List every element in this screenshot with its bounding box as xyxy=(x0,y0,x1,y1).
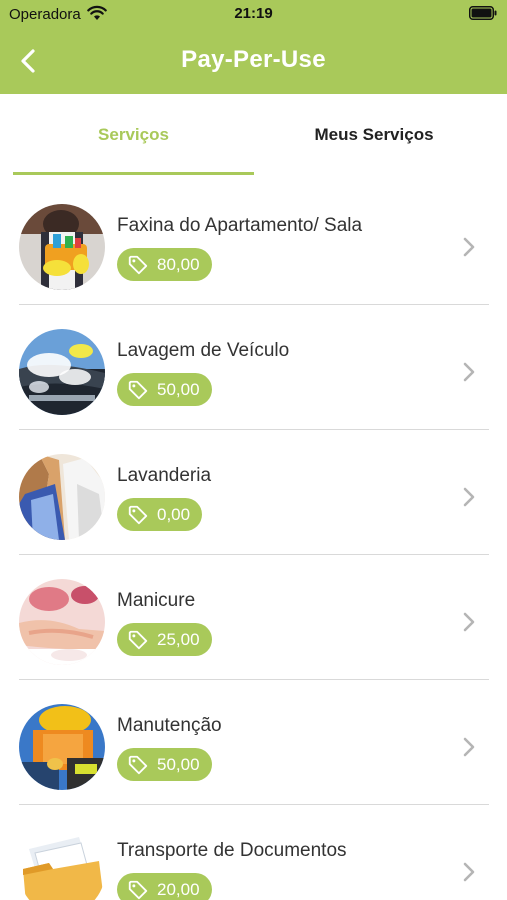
clock: 21:19 xyxy=(234,5,273,22)
service-name: Faxina do Apartamento/ Sala xyxy=(117,215,363,236)
list-item[interactable]: Manutenção 50,00 xyxy=(0,680,507,805)
price-value: 0,00 xyxy=(157,504,191,524)
price-value: 50,00 xyxy=(157,754,200,774)
price-value: 50,00 xyxy=(157,379,200,399)
list-item[interactable]: Faxina do Apartamento/ Sala 80,00 xyxy=(0,180,507,305)
service-name: Manicure xyxy=(117,590,196,611)
active-tab-indicator xyxy=(13,172,254,175)
manicure-photo xyxy=(19,579,105,665)
laundry-photo xyxy=(19,454,105,540)
maintenance-photo xyxy=(19,704,105,790)
price-badge: 20,00 xyxy=(117,873,212,900)
price-value: 20,00 xyxy=(157,879,200,899)
price-badge: 50,00 xyxy=(117,373,212,406)
list-item[interactable]: Lavagem de Veículo 50,00 xyxy=(0,305,507,430)
tab-servicos[interactable]: Serviços xyxy=(13,94,254,176)
list-item[interactable]: Transporte de Documentos 20,00 xyxy=(0,805,507,900)
service-name: Lavagem de Veículo xyxy=(117,340,290,361)
price-value: 80,00 xyxy=(157,254,200,274)
price-badge: 50,00 xyxy=(117,748,212,781)
chevron-right-icon xyxy=(463,737,475,757)
car-wash-photo xyxy=(19,329,105,415)
price-badge: 25,00 xyxy=(117,623,212,656)
chevron-right-icon xyxy=(463,487,475,507)
battery-icon xyxy=(469,6,497,20)
status-bar: Operadora 21:19 xyxy=(0,0,507,30)
price-badge: 80,00 xyxy=(117,248,212,281)
documents-photo xyxy=(19,829,105,900)
tag-icon xyxy=(128,755,148,774)
tag-icon xyxy=(128,505,148,524)
service-name: Transporte de Documentos xyxy=(117,840,347,861)
tag-icon xyxy=(128,630,148,649)
service-name: Lavanderia xyxy=(117,465,212,486)
list-item[interactable]: Lavanderia 0,00 xyxy=(0,430,507,555)
chevron-right-icon xyxy=(463,612,475,632)
page-title: Pay-Per-Use xyxy=(181,46,326,73)
tag-icon xyxy=(128,255,148,274)
chevron-right-icon xyxy=(463,362,475,382)
list-item[interactable]: Manicure 25,00 xyxy=(0,555,507,680)
services-list: Faxina do Apartamento/ Sala 80,00 Lavage… xyxy=(0,180,507,900)
nav-bar: Pay-Per-Use xyxy=(0,30,507,94)
tab-meus-servicos[interactable]: Meus Serviços xyxy=(254,94,494,176)
cleaning-photo xyxy=(19,204,105,290)
service-name: Manutenção xyxy=(117,715,222,736)
price-value: 25,00 xyxy=(157,629,200,649)
tag-icon xyxy=(128,380,148,399)
chevron-right-icon xyxy=(463,862,475,882)
tag-icon xyxy=(128,880,148,899)
price-badge: 0,00 xyxy=(117,498,203,531)
chevron-right-icon xyxy=(463,237,475,257)
tab-bar: Serviços Meus Serviços xyxy=(0,94,507,176)
